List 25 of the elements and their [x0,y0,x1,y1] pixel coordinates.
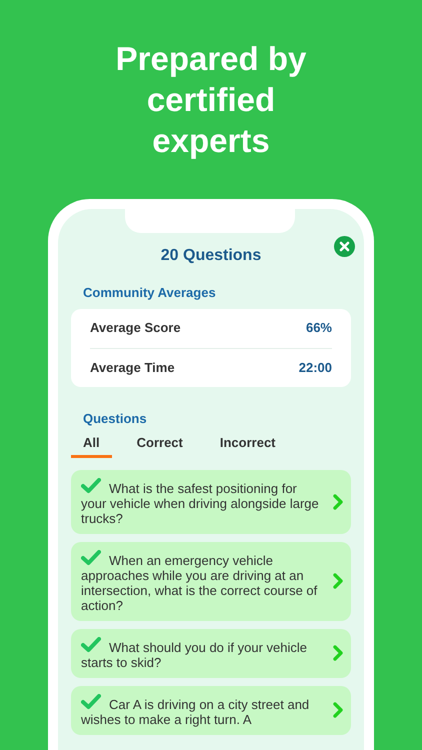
section-heading: Community Averages [83,284,217,302]
question-text: When an emergency vehicle approaches while you are driving at an intersection, what is the correct course of action? [81,552,318,612]
headline: Prepared by certified experts [114,39,308,161]
question-card[interactable]: Car A is driving on a city street and wishes to make a right turn. A [71,686,351,734]
question-card[interactable]: When an emergency vehicle approaches while you are driving at an intersection, what is the correct course of action? [71,542,351,620]
chevron-right-icon [333,645,343,661]
chevron-right-icon [333,702,343,718]
question-card[interactable]: What should you do if your vehicle starts to skid? [71,628,351,678]
question-text: Car A is driving on a city street and wishes to make a right turn. A [81,696,310,726]
question-text: What should you do if your vehicle starts to skid? [81,640,307,670]
close-button[interactable] [334,236,355,257]
question-card[interactable]: What is the safest positioning for your vehicle when driving alongside large trucks? [71,470,351,534]
filter-tab[interactable]: All [71,433,112,458]
stat-value: 66% [306,319,332,338]
screen-title: 20 Questions [160,246,262,266]
stat-value: 22:00 [298,358,332,377]
filter-tab[interactable]: Incorrect [208,433,288,458]
filter-tab[interactable]: Correct [124,433,195,458]
stat-label: Average Time [90,358,175,377]
stat-label: Average Score [90,319,181,338]
chevron-right-icon [333,494,343,510]
close-icon [339,241,350,252]
question-text: What is the safest positioning for your vehicle when driving alongside large trucks? [81,480,319,526]
chevron-right-icon [333,573,343,589]
section-heading: Questions [83,410,148,428]
